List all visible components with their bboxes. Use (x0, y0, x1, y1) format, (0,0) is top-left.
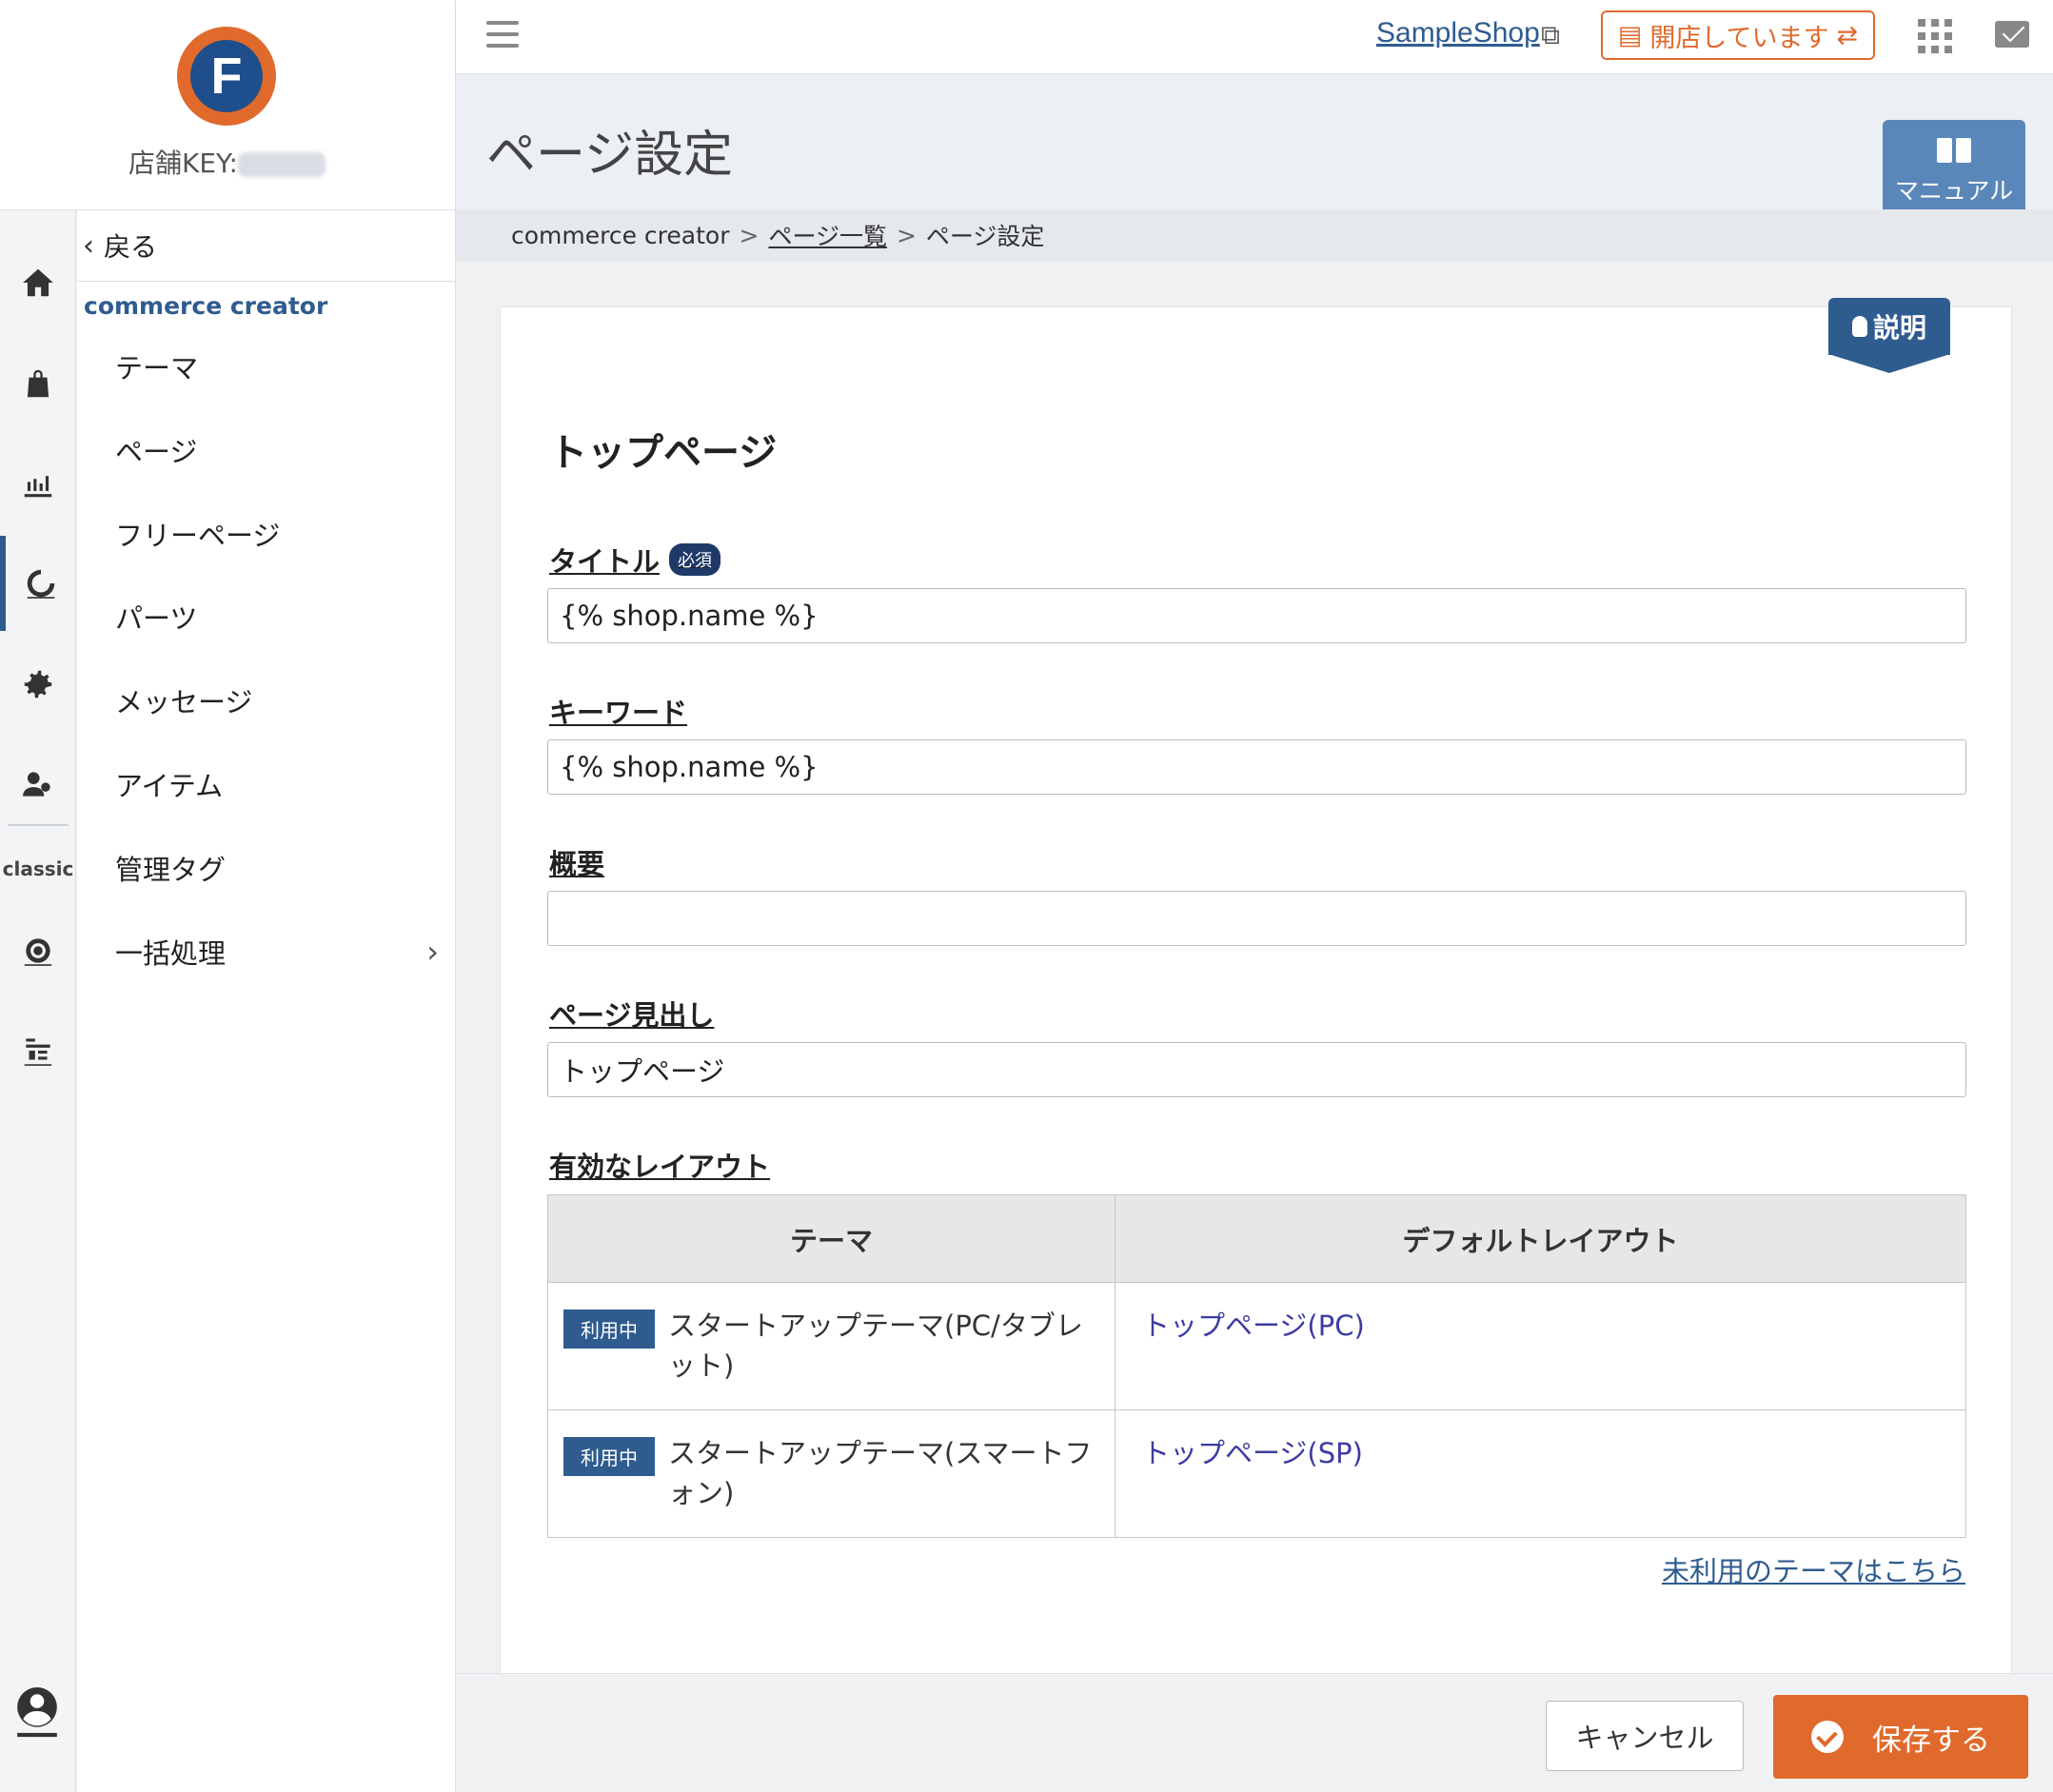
subnav-item-label: メッセージ (115, 686, 253, 719)
subnav-item-label: 一括処理 (115, 937, 227, 970)
subnav-item-label: フリーページ (115, 520, 281, 552)
store-key: 店舗KEY: (128, 143, 326, 181)
subnav-group-label: commerce creator (84, 292, 328, 320)
analytics-icon[interactable] (0, 436, 76, 531)
sub-navigation: ‹ 戻る commerce creator テーマ ページ フリーページ パーツ… (77, 210, 456, 1792)
subnav-item-free-page[interactable]: フリーページ (115, 505, 439, 562)
table-row: 利用中 スタートアップテーマ(スマートフォン) トップページ(SP) (547, 1409, 1966, 1538)
heading-field-label: ページ見出し (549, 999, 715, 1032)
menu-icon[interactable] (486, 21, 519, 48)
manual-label: マニュアル (1894, 177, 2014, 205)
page-header: ページ設定 マニュアル (456, 74, 2053, 225)
store-status-label: 開店しています (1649, 23, 1829, 53)
subnav-item-item[interactable]: アイテム (115, 756, 439, 813)
save-label: 保存する (1872, 1723, 1990, 1758)
in-use-badge: 利用中 (563, 1437, 655, 1476)
subnav-item-bulk[interactable]: 一括処理 › (115, 923, 439, 980)
account-avatar-icon[interactable] (13, 1684, 61, 1738)
classic-shop-icon[interactable] (0, 1003, 76, 1098)
mail-icon[interactable] (1995, 21, 2029, 48)
logo[interactable]: F (177, 27, 276, 126)
breadcrumb-root: commerce creator (511, 221, 730, 249)
subnav-item-label: ページ (115, 436, 198, 468)
back-label: 戻る (104, 231, 158, 263)
section-title: トップページ (549, 431, 778, 475)
chevron-right-icon: › (426, 934, 439, 970)
swap-icon: ⇄ (1836, 20, 1859, 50)
breadcrumb: commerce creator > ページ一覧 > ページ設定 (456, 209, 2053, 261)
title-label-text: タイトル (549, 545, 661, 578)
storefront-icon: ▤ (1617, 20, 1643, 50)
theme-name: スタートアップテーマ(PC/タブレット) (668, 1310, 1083, 1382)
in-use-badge: 利用中 (563, 1310, 655, 1349)
store-key-label: 店舗KEY: (128, 148, 238, 179)
save-button[interactable]: 保存する (1773, 1695, 2028, 1779)
icon-rail: classic (0, 210, 76, 1792)
settings-icon[interactable] (0, 637, 76, 732)
unused-themes-link[interactable]: 未利用のテーマはこちら (1662, 1549, 1965, 1589)
title-input[interactable]: {% shop.name %} (547, 588, 1966, 643)
commerce-creator-icon[interactable] (0, 536, 76, 631)
subnav-item-label: パーツ (115, 602, 198, 635)
classic-label: classic (2, 857, 74, 880)
layout-link[interactable]: トップページ(SP) (1131, 1437, 1363, 1469)
top-bar: SampleShop ⧉ ▤ 開店しています ⇄ (456, 0, 2053, 74)
chevron-left-icon: ‹ (83, 228, 94, 263)
heading-input[interactable]: トップページ (547, 1042, 1966, 1097)
apps-grid-icon[interactable] (1918, 19, 1952, 53)
column-header-theme: テーマ (547, 1194, 1115, 1283)
summary-input[interactable] (547, 891, 1966, 946)
subnav-item-admin-tag[interactable]: 管理タグ (115, 839, 439, 896)
rail-divider (8, 824, 69, 826)
book-icon (1937, 138, 1971, 163)
layout-link[interactable]: トップページ(PC) (1131, 1310, 1365, 1342)
subnav-item-label: 管理タグ (115, 854, 227, 886)
page-title: ページ設定 (486, 127, 733, 184)
logo-letter: F (190, 40, 263, 112)
cancel-button[interactable]: キャンセル (1546, 1701, 1744, 1771)
title-field-label: タイトル 必須 (549, 540, 721, 580)
check-circle-icon (1811, 1721, 1844, 1753)
breadcrumb-separator: > (896, 221, 917, 249)
subnav-item-message[interactable]: メッセージ (115, 672, 439, 729)
classic-settings-icon[interactable] (0, 903, 76, 998)
lightbulb-icon (1851, 316, 1867, 337)
keywords-input[interactable]: {% shop.name %} (547, 739, 1966, 795)
hint-label: 説明 (1872, 312, 1926, 344)
required-badge: 必須 (669, 543, 721, 576)
breadcrumb-current: ページ設定 (925, 223, 1045, 250)
summary-field-label: 概要 (549, 848, 605, 880)
back-button[interactable]: ‹ 戻る (77, 210, 456, 282)
subnav-item-label: テーマ (115, 352, 199, 384)
table-row: 利用中 スタートアップテーマ(PC/タブレット) トップページ(PC) (547, 1282, 1966, 1410)
subnav-item-page[interactable]: ページ (115, 422, 439, 479)
breadcrumb-page-list[interactable]: ページ一覧 (768, 218, 887, 252)
form-footer: キャンセル 保存する (456, 1673, 2053, 1792)
shop-link[interactable]: SampleShop (1376, 17, 1540, 49)
home-icon[interactable] (0, 235, 76, 330)
store-key-value-blurred (237, 152, 326, 177)
hint-button[interactable]: 説明 (1828, 298, 1952, 373)
subnav-item-parts[interactable]: パーツ (115, 588, 439, 645)
user-settings-icon[interactable] (0, 737, 76, 832)
brand-area: F 店舗KEY: (0, 0, 456, 210)
keywords-field-label: キーワード (549, 697, 688, 729)
layouts-table: テーマ デフォルトレイアウト 利用中 スタートアップテーマ(PC/タブレット) … (547, 1194, 1966, 1538)
layouts-label: 有効なレイアウト (549, 1151, 771, 1183)
theme-name: スタートアップテーマ(スマートフォン) (668, 1437, 1093, 1509)
external-link-icon[interactable]: ⧉ (1541, 19, 1560, 51)
settings-card: 説明 トップページ タイトル 必須 {% shop.name %} キーワード … (500, 298, 2012, 1708)
subnav-item-theme[interactable]: テーマ (115, 338, 439, 395)
store-status-button[interactable]: ▤ 開店しています ⇄ (1601, 10, 1875, 60)
breadcrumb-separator: > (739, 221, 760, 249)
subnav-item-label: アイテム (115, 770, 224, 802)
shopping-bag-icon[interactable] (0, 336, 76, 431)
column-header-default-layout: デフォルトレイアウト (1115, 1194, 1966, 1283)
